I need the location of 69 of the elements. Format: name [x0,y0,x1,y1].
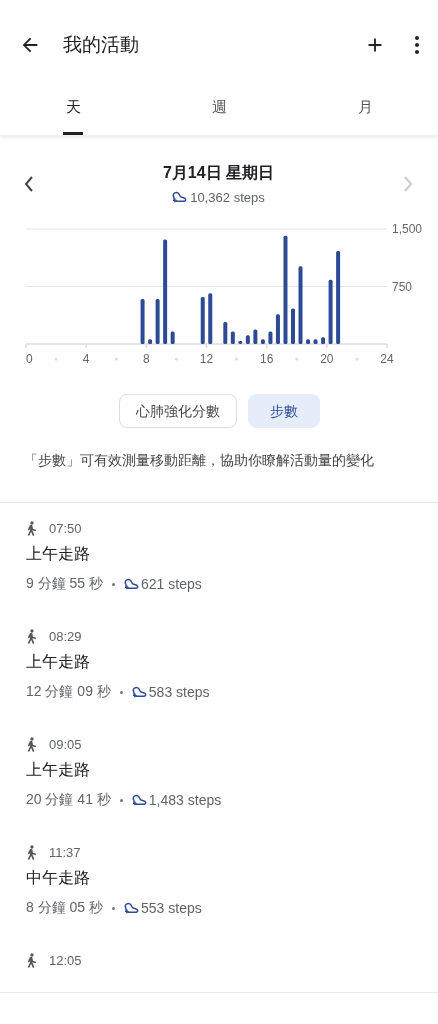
chart-bar [208,293,213,344]
chart-bar [148,339,153,344]
activity-steps: 1,483 steps [148,792,222,808]
activity-time: 09:05 [49,737,82,752]
activity-title[interactable]: 上午走路 [26,544,412,565]
more-icon[interactable] [414,35,420,55]
walking-icon [26,953,37,968]
chart-bar [253,329,258,344]
chart-bar [245,335,250,344]
walking-icon [26,845,37,860]
chart-bar [260,339,265,344]
chart-bar [223,321,228,344]
chart-bar [238,341,243,344]
description-text: 「步數」可有效測量移動距離，協助你瞭解活動量的變化 [24,452,375,470]
metric-chip[interactable]: 心肺強化分數 [118,394,237,428]
chart-bar [275,314,280,344]
walking-icon [26,521,37,536]
chart-bar [321,337,326,344]
activity-time: 11:37 [49,845,81,860]
activity-title[interactable]: 上午走路 [26,760,412,781]
previous-day-icon[interactable] [24,176,34,192]
axis-label: 16 [260,352,274,366]
chart-bar [328,279,333,344]
walking-icon [26,629,37,644]
activity-title[interactable]: 中午走路 [26,868,412,889]
axis-label: 4 [82,352,90,366]
shoe-icon [124,577,140,591]
separator-dot [112,582,116,586]
chart-bar [291,308,295,344]
chart-bar [155,298,160,344]
chart-bar [170,331,175,344]
separator-dot [119,690,123,694]
axis-label: 24 [380,352,394,366]
shoe-icon [124,901,140,915]
chart-bar [306,339,311,344]
total-steps: 10,362 steps [190,190,265,205]
shoe-icon [131,685,147,699]
chart-bar [140,298,145,344]
chart-bar [313,339,318,344]
activity-time: 12:05 [49,953,82,968]
metric-chip[interactable]: 步數 [247,394,320,428]
axis-label: 20 [320,352,334,366]
tab[interactable]: 週 [146,90,292,135]
walking-icon [26,737,37,752]
chart-bar [200,297,205,344]
activity-duration: 9 分鐘 55 秒 [26,575,104,593]
separator-dot [112,906,116,910]
axis-label: 1,500 [392,222,423,236]
activity-duration: 12 分鐘 09 秒 [26,683,111,701]
axis-label: 750 [392,279,413,294]
activity-steps: 583 steps [148,684,210,700]
separator-dot [119,798,123,802]
activity-duration: 20 分鐘 41 秒 [26,791,111,809]
date-title: 7月14日 星期日 [162,163,275,183]
tab[interactable]: 月 [292,90,438,135]
activity-steps: 621 steps [141,576,202,592]
shoe-icon [172,191,188,204]
axis-label: 8 [143,352,150,366]
chart-bar [230,331,235,344]
shoe-icon [131,793,147,807]
activity-duration: 8 分鐘 05 秒 [26,899,104,917]
activity-time: 07:50 [49,521,82,536]
chart-bar [268,331,273,344]
activity-time: 08:29 [49,629,82,644]
screen-title: 我的活動 [63,33,140,57]
activity-steps: 553 steps [141,900,202,916]
activity-title[interactable]: 上午走路 [26,652,412,673]
axis-label: 12 [199,352,214,366]
axis-label: 0 [26,352,33,366]
